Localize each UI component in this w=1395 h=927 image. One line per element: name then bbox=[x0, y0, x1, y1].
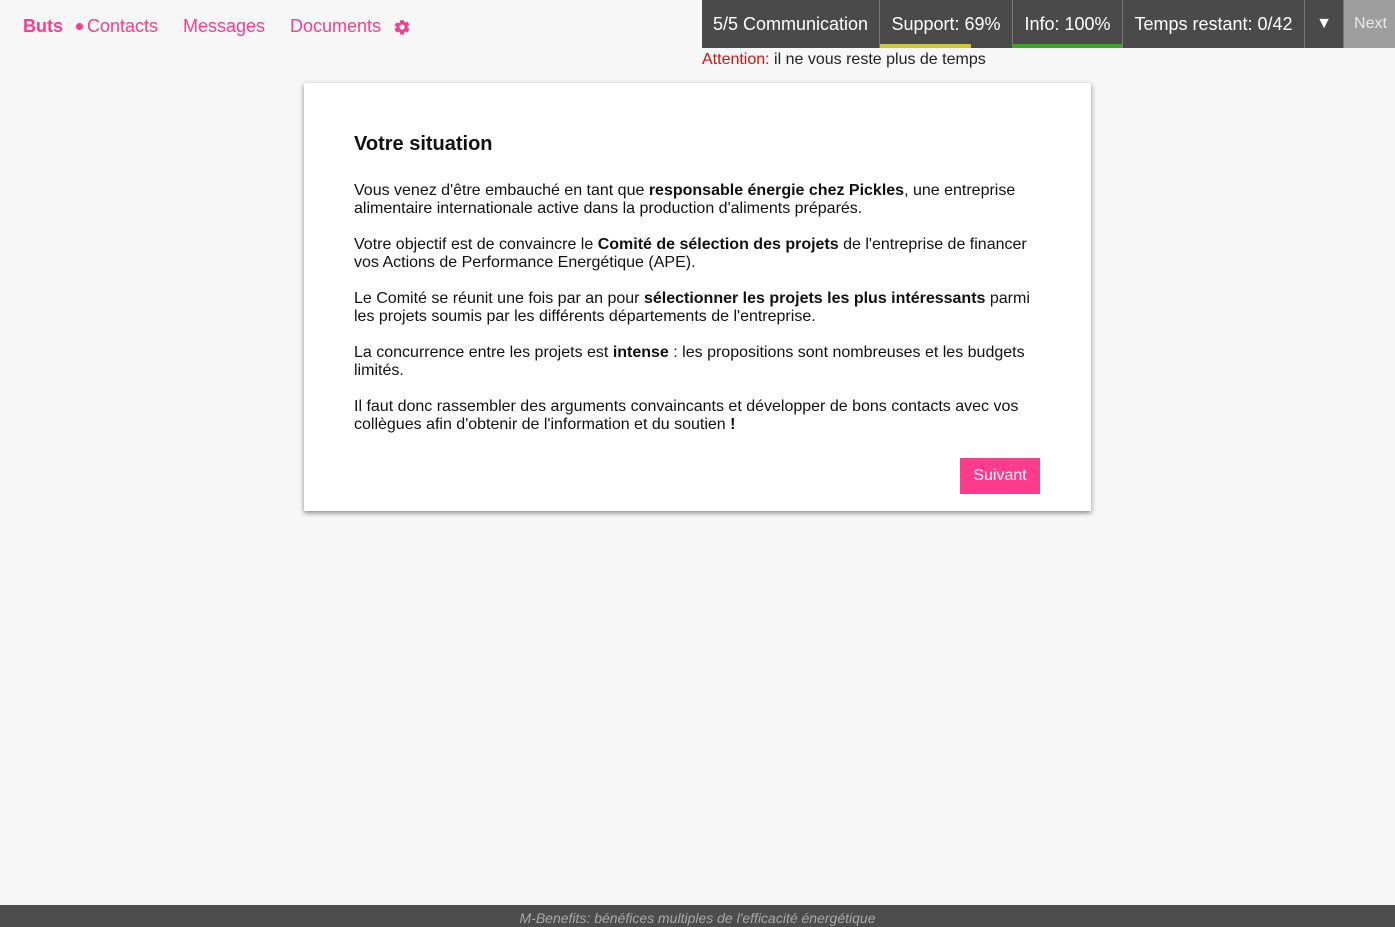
communication-status: 5/5 Communication bbox=[702, 0, 880, 48]
footer: M-Benefits: bénéfices multiples de l'eff… bbox=[0, 905, 1395, 927]
suivant-button[interactable]: Suivant bbox=[960, 458, 1040, 494]
nav-link-contacts[interactable]: Contacts bbox=[87, 16, 158, 37]
nav-link-messages[interactable]: Messages bbox=[183, 16, 265, 37]
paragraph-text: Le Comité se réunit une fois par an pour bbox=[354, 290, 644, 307]
dropdown-toggle-button[interactable]: ▼ bbox=[1305, 0, 1344, 48]
situation-dialog: Votre situation Vous venez d'être embauc… bbox=[304, 83, 1091, 511]
paragraph-emphasis: intense bbox=[612, 344, 669, 361]
paragraph-emphasis: sélectionner les projets les plus intére… bbox=[643, 290, 986, 307]
paragraph-text: La concurrence entre les projets est bbox=[354, 344, 613, 361]
info-status: Info: 100% bbox=[1013, 0, 1123, 48]
time-remaining-status: Temps restant: 0/42 bbox=[1123, 0, 1305, 48]
active-indicator-dot bbox=[76, 23, 83, 30]
support-progress-bar bbox=[880, 44, 972, 48]
warning-label: Attention: bbox=[702, 51, 770, 68]
next-label: Next bbox=[1354, 15, 1387, 32]
footer-text: M-Benefits: bénéfices multiples de l'eff… bbox=[519, 910, 876, 926]
gear-icon[interactable] bbox=[393, 18, 411, 36]
situation-paragraph-1: Vous venez d'être embauché en tant que r… bbox=[354, 182, 1041, 218]
nav-link-buts[interactable]: Buts bbox=[23, 16, 63, 37]
paragraph-text: Il faut donc rassembler des arguments co… bbox=[354, 398, 1019, 433]
nav-link-documents[interactable]: Documents bbox=[290, 16, 381, 37]
paragraph-emphasis: ! bbox=[730, 416, 736, 433]
time-remaining-label: Temps restant: 0/42 bbox=[1134, 13, 1293, 34]
dialog-title: Votre situation bbox=[354, 133, 493, 155]
paragraph-emphasis: responsable énergie chez Pickles bbox=[648, 182, 905, 199]
paragraph-text: Vous venez d'être embauché en tant que bbox=[354, 182, 649, 199]
support-status: Support: 69% bbox=[880, 0, 1013, 48]
paragraph-text: Votre objectif est de convaincre le bbox=[354, 236, 598, 253]
situation-paragraph-5: Il faut donc rassembler des arguments co… bbox=[354, 398, 1041, 434]
communication-label: 5/5 Communication bbox=[712, 13, 869, 34]
info-progress-bar bbox=[1013, 44, 1122, 48]
next-button[interactable]: Next bbox=[1344, 0, 1395, 48]
time-warning: Attention: il ne vous reste plus de temp… bbox=[702, 51, 986, 69]
support-label: Support: 69% bbox=[891, 13, 1001, 34]
paragraph-emphasis: Comité de sélection des projets bbox=[597, 236, 839, 253]
situation-paragraph-2: Votre objectif est de convaincre le Comi… bbox=[354, 236, 1041, 272]
triangle-down-icon: ▼ bbox=[1316, 15, 1332, 32]
warning-text: il ne vous reste plus de temps bbox=[769, 51, 986, 68]
situation-paragraph-4: La concurrence entre les projets est int… bbox=[354, 344, 1041, 380]
situation-paragraph-3: Le Comité se réunit une fois par an pour… bbox=[354, 290, 1041, 326]
status-bar: 5/5 Communication Support: 69% Info: 100… bbox=[702, 0, 1395, 48]
info-label: Info: 100% bbox=[1024, 13, 1111, 34]
